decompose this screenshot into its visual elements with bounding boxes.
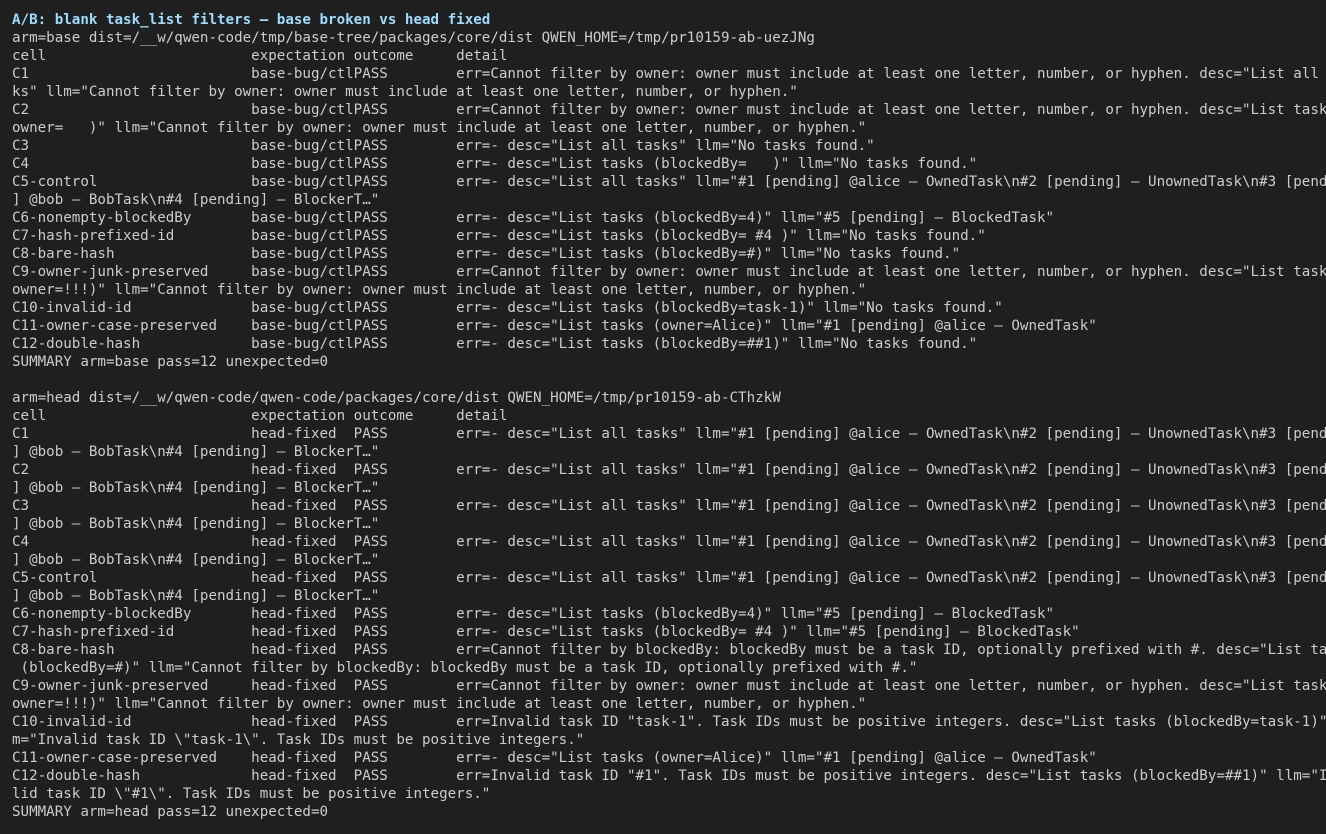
head-column-headers: cell expectation outcome detail bbox=[12, 408, 508, 424]
result-line: ] @bob — BobTask\n#4 [pending] — Blocker… bbox=[12, 552, 380, 568]
result-line: C10-invalid-id head-fixed PASS err=Inval… bbox=[12, 714, 1326, 730]
result-line: ] @bob — BobTask\n#4 [pending] — Blocker… bbox=[12, 192, 380, 208]
result-line: lid task ID \"#1\". Task IDs must be pos… bbox=[12, 786, 491, 802]
head-summary: SUMMARY arm=head pass=12 unexpected=0 bbox=[12, 804, 329, 820]
result-line: C12-double-hash base-bug/ctlPASS err=- d… bbox=[12, 336, 978, 352]
result-line: C3 head-fixed PASS err=- desc="List all … bbox=[12, 498, 1326, 514]
result-line: C1 base-bug/ctlPASS err=Cannot filter by… bbox=[12, 66, 1326, 82]
result-line: C2 head-fixed PASS err=- desc="List all … bbox=[12, 462, 1326, 478]
head-results: C1 head-fixed PASS err=- desc="List all … bbox=[12, 425, 1326, 803]
result-line: C1 head-fixed PASS err=- desc="List all … bbox=[12, 426, 1326, 442]
result-line: C7-hash-prefixed-id head-fixed PASS err=… bbox=[12, 624, 1080, 640]
result-line: C8-bare-hash head-fixed PASS err=Cannot … bbox=[12, 642, 1326, 658]
result-line: C11-owner-case-preserved base-bug/ctlPAS… bbox=[12, 318, 1097, 334]
result-line: owner=!!!)" llm="Cannot filter by owner:… bbox=[12, 696, 867, 712]
base-summary: SUMMARY arm=base pass=12 unexpected=0 bbox=[12, 354, 329, 370]
result-line: ] @bob — BobTask\n#4 [pending] — Blocker… bbox=[12, 480, 380, 496]
result-line: C5-control base-bug/ctlPASS err=- desc="… bbox=[12, 174, 1326, 190]
base-column-headers: cell expectation outcome detail bbox=[12, 48, 508, 64]
result-line: C4 head-fixed PASS err=- desc="List all … bbox=[12, 534, 1326, 550]
base-results: C1 base-bug/ctlPASS err=Cannot filter by… bbox=[12, 65, 1326, 353]
result-line: m="Invalid task ID \"task-1\". Task IDs … bbox=[12, 732, 585, 748]
report-title: A/B: blank task_list filters — base brok… bbox=[12, 12, 491, 28]
result-line: C8-bare-hash base-bug/ctlPASS err=- desc… bbox=[12, 246, 961, 262]
terminal-output: A/B: blank task_list filters — base brok… bbox=[0, 0, 1326, 834]
result-line: owner= )" llm="Cannot filter by owner: o… bbox=[12, 120, 867, 136]
result-line: C2 base-bug/ctlPASS err=Cannot filter by… bbox=[12, 102, 1326, 118]
result-line: ks" llm="Cannot filter by owner: owner m… bbox=[12, 84, 798, 100]
result-line: owner=!!!)" llm="Cannot filter by owner:… bbox=[12, 282, 867, 298]
result-line: C12-double-hash head-fixed PASS err=Inva… bbox=[12, 768, 1326, 784]
result-line: ] @bob — BobTask\n#4 [pending] — Blocker… bbox=[12, 516, 380, 532]
base-arm-header: arm=base dist=/__w/qwen-code/tmp/base-tr… bbox=[12, 30, 815, 46]
head-arm-header: arm=head dist=/__w/qwen-code/qwen-code/p… bbox=[12, 390, 781, 406]
result-line: C10-invalid-id base-bug/ctlPASS err=- de… bbox=[12, 300, 1003, 316]
result-line: C7-hash-prefixed-id base-bug/ctlPASS err… bbox=[12, 228, 986, 244]
result-line: ] @bob — BobTask\n#4 [pending] — Blocker… bbox=[12, 444, 380, 460]
result-line: (blockedBy=#)" llm="Cannot filter by blo… bbox=[12, 660, 918, 676]
result-line: C5-control head-fixed PASS err=- desc="L… bbox=[12, 570, 1326, 586]
result-line: C6-nonempty-blockedBy head-fixed PASS er… bbox=[12, 606, 1055, 622]
result-line: ] @bob — BobTask\n#4 [pending] — Blocker… bbox=[12, 588, 380, 604]
result-line: C6-nonempty-blockedBy base-bug/ctlPASS e… bbox=[12, 210, 1055, 226]
result-line: C4 base-bug/ctlPASS err=- desc="List tas… bbox=[12, 156, 978, 172]
result-line: C11-owner-case-preserved head-fixed PASS… bbox=[12, 750, 1097, 766]
result-line: C9-owner-junk-preserved head-fixed PASS … bbox=[12, 678, 1326, 694]
result-line: C3 base-bug/ctlPASS err=- desc="List all… bbox=[12, 138, 875, 154]
result-line: C9-owner-junk-preserved base-bug/ctlPASS… bbox=[12, 264, 1326, 280]
